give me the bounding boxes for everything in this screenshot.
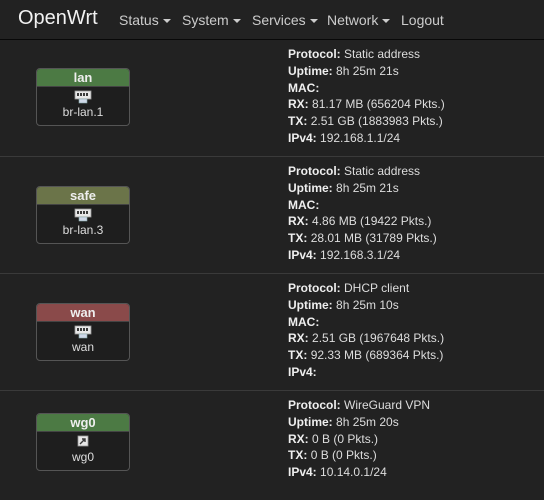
caret-down-icon	[309, 19, 318, 24]
interface-device: wan	[71, 340, 94, 354]
mac-line: MAC:	[288, 314, 320, 329]
ethernet-port-icon	[74, 90, 92, 104]
ipv4-line: IPv4: 10.14.0.1/24	[288, 465, 387, 480]
uptime-line: Uptime: 8h 25m 20s	[288, 414, 399, 429]
uptime-line: Uptime: 8h 25m 10s	[288, 297, 399, 312]
interface-row-wg0: wg0 wg0 Protocol: WireGuard VPN Uptime: …	[0, 391, 544, 500]
rx-line: RX: 81.17 MB (656204 Pkts.)	[288, 97, 445, 112]
ethernet-port-icon	[74, 325, 92, 339]
menu-system-label: System	[182, 12, 229, 28]
brand-logo[interactable]: OpenWrt	[18, 7, 98, 30]
interface-badge-safe[interactable]: safe br-lan.3	[36, 186, 130, 244]
caret-down-icon	[232, 19, 241, 24]
interface-device: br-lan.3	[62, 223, 104, 237]
menu-status-label: Status	[119, 12, 159, 28]
caret-down-icon	[382, 19, 391, 24]
ipv4-line: IPv4: 192.168.3.1/24	[288, 247, 401, 262]
protocol-line: Protocol: WireGuard VPN	[288, 398, 431, 412]
top-navbar: OpenWrt Status System Services Network L…	[0, 0, 544, 40]
menu-logout[interactable]: Logout	[401, 12, 444, 28]
interface-device: wg0	[71, 450, 94, 464]
interface-info-wg0: Protocol: WireGuard VPN Uptime: 8h 25m 2…	[288, 397, 430, 481]
interface-row-lan: lan br-lan.1 Protocol: Static address Up…	[0, 40, 544, 157]
rx-line: RX: 2.51 GB (1967648 Pkts.)	[288, 331, 445, 346]
protocol-line: Protocol: DHCP client	[288, 281, 410, 295]
interface-row-wan: wan wan Protocol: DHCP client Uptime: 8h…	[0, 274, 544, 391]
menu-logout-label: Logout	[401, 12, 444, 28]
interface-badge-wan[interactable]: wan wan	[36, 303, 130, 361]
interface-info-wan: Protocol: DHCP client Uptime: 8h 25m 10s…	[288, 280, 444, 381]
menu-system[interactable]: System	[182, 12, 241, 28]
interface-badge-wg0[interactable]: wg0 wg0	[36, 413, 130, 471]
tunnel-icon	[77, 435, 89, 447]
interface-badge-lan[interactable]: lan br-lan.1	[36, 68, 130, 126]
interface-info-lan: Protocol: Static address Uptime: 8h 25m …	[288, 46, 445, 147]
mac-line: MAC:	[288, 80, 320, 95]
ethernet-port-icon	[74, 208, 92, 222]
menu-network[interactable]: Network	[327, 12, 391, 28]
protocol-line: Protocol: Static address	[288, 47, 421, 61]
tx-line: TX: 0 B (0 Pkts.)	[288, 448, 377, 463]
rx-line: RX: 0 B (0 Pkts.)	[288, 431, 379, 446]
protocol-line: Protocol: Static address	[288, 164, 421, 178]
menu-services-label: Services	[252, 12, 306, 28]
tx-line: TX: 2.51 GB (1883983 Pkts.)	[288, 114, 443, 129]
menu-network-label: Network	[327, 12, 379, 28]
menu-services[interactable]: Services	[252, 12, 318, 28]
interface-info-safe: Protocol: Static address Uptime: 8h 25m …	[288, 163, 437, 264]
interface-name: lan	[37, 69, 129, 87]
ipv4-line: IPv4:	[288, 364, 317, 379]
menu-status[interactable]: Status	[119, 12, 171, 28]
tx-line: TX: 92.33 MB (689364 Pkts.)	[288, 348, 444, 363]
interface-device: br-lan.1	[62, 105, 104, 119]
rx-line: RX: 4.86 MB (19422 Pkts.)	[288, 214, 432, 229]
tx-line: TX: 28.01 MB (31789 Pkts.)	[288, 231, 437, 246]
mac-line: MAC:	[288, 197, 320, 212]
uptime-line: Uptime: 8h 25m 21s	[288, 180, 399, 195]
interface-name: safe	[37, 187, 129, 205]
uptime-line: Uptime: 8h 25m 21s	[288, 63, 399, 78]
interfaces-overview: lan br-lan.1 Protocol: Static address Up…	[0, 40, 544, 500]
interface-name: wan	[37, 304, 129, 322]
interface-row-safe: safe br-lan.3 Protocol: Static address U…	[0, 157, 544, 274]
ipv4-line: IPv4: 192.168.1.1/24	[288, 130, 401, 145]
caret-down-icon	[162, 19, 171, 24]
interface-name: wg0	[37, 414, 129, 432]
